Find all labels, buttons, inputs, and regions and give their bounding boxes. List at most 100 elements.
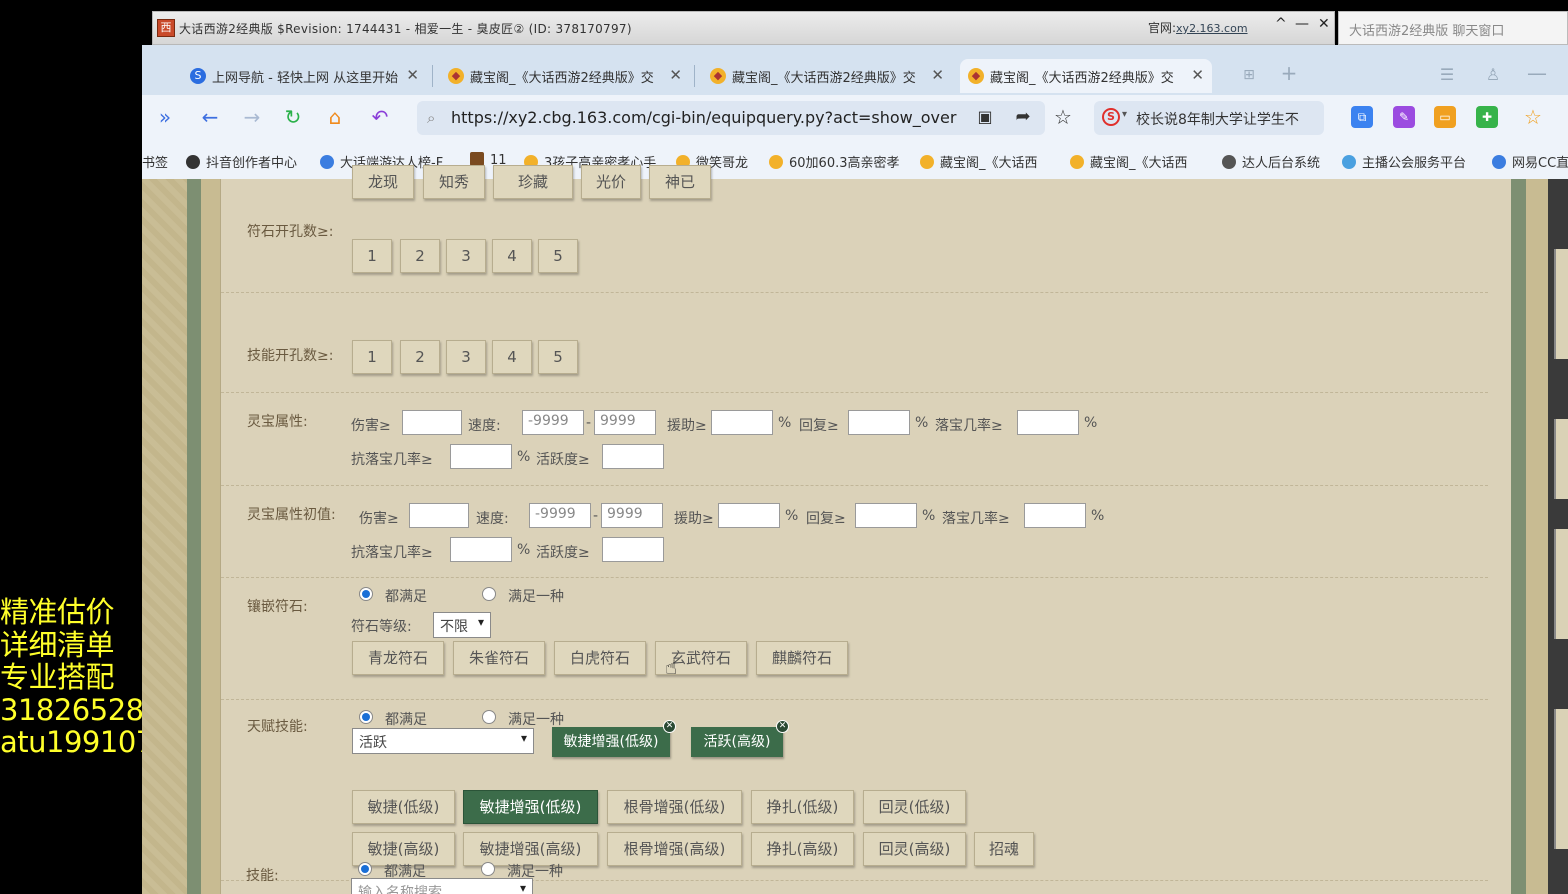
rune-holes-option[interactable]: 4 [492,239,532,273]
tab-cbg-2[interactable]: ◆ 藏宝阁_《大话西游2经典版》交 ✕ [702,59,952,93]
side-panel-tab[interactable] [1554,529,1568,639]
talent-option-button[interactable]: 敏捷(低级) [352,790,455,824]
bookmark-item[interactable]: 藏宝阁_《大话西 [920,152,1038,171]
remove-tag-icon[interactable]: ✕ [776,720,789,733]
assist-input[interactable] [711,410,773,435]
filter-button[interactable]: 神已 [649,165,711,199]
rune-holes-option[interactable]: 5 [538,239,578,273]
refresh-icon[interactable]: ↻ [280,105,306,129]
close-icon[interactable]: ✕ [1318,16,1330,32]
bookmark-item[interactable]: 60加60.3高亲密孝 [769,152,900,171]
rune-holes-option[interactable]: 1 [352,239,392,273]
init-speed-max-input[interactable]: 9999 [601,503,663,528]
rune-radio-any[interactable] [482,587,496,601]
bookmark-star-icon[interactable]: ☆ [1520,105,1546,129]
drop-rate-input[interactable] [1017,410,1079,435]
rune-holes-option[interactable]: 2 [400,239,440,273]
bookmark-item[interactable]: 书签 [142,152,168,171]
talent-radio-all[interactable] [359,710,373,724]
rune-button[interactable]: 青龙符石 [352,641,444,675]
filter-button[interactable]: 龙现 [352,165,414,199]
search-bar[interactable]: S ▾ 校长说8年制大学让学生不 [1094,101,1324,135]
official-url[interactable]: xy2.163.com [1176,22,1248,35]
tab-list-icon[interactable]: ⊞ [1236,63,1262,87]
speed-min-input[interactable]: -9999 [522,410,584,435]
share-icon[interactable]: ➦ [1010,105,1036,129]
bookmark-item[interactable]: 网易CC直 [1492,152,1568,171]
sidebar-toggle-icon[interactable]: » [152,105,178,129]
rune-button[interactable]: 麒麟符石 [756,641,848,675]
new-tab-icon[interactable]: + [1276,61,1302,85]
skill-holes-option[interactable]: 3 [446,340,486,374]
screenshot-icon[interactable]: ▣ [972,105,998,129]
bookmark-item[interactable]: 主播公会服务平台 [1342,152,1466,171]
skill-holes-option[interactable]: 4 [492,340,532,374]
official-site[interactable]: 官网:xy2.163.com [1148,19,1248,36]
anti-drop-input[interactable] [450,444,512,469]
init-activity-input[interactable] [602,537,664,562]
tab-close-icon[interactable]: ✕ [669,66,682,84]
filter-button[interactable]: 知秀 [423,165,485,199]
rune-button[interactable]: 朱雀符石 [453,641,545,675]
skills-radio-any[interactable] [481,862,495,876]
init-assist-input[interactable] [718,503,780,528]
side-panel-tab[interactable] [1554,709,1568,849]
bookmark-item[interactable]: 抖音创作者中心 [186,152,297,171]
skill-holes-option[interactable]: 2 [400,340,440,374]
init-drop-rate-input[interactable] [1024,503,1086,528]
bookmark-item[interactable]: 达人后台系统 [1222,152,1320,171]
tab-cbg-1[interactable]: ◆ 藏宝阁_《大话西游2经典版》交 ✕ [440,59,690,93]
recover-input[interactable] [848,410,910,435]
init-recover-input[interactable] [855,503,917,528]
init-speed-min-input[interactable]: -9999 [529,503,591,528]
side-panel-tab[interactable] [1554,249,1568,359]
tab-cbg-3-active[interactable]: ◆ 藏宝阁_《大话西游2经典版》交 ✕ [960,59,1212,93]
skills-search-select[interactable]: 输入名称搜索 ▾ [351,878,533,894]
undo-icon[interactable]: ↶ [367,105,393,129]
rune-button[interactable]: 白虎符石 [554,641,646,675]
back-icon[interactable]: ← [197,105,223,129]
remove-tag-icon[interactable]: ✕ [663,720,676,733]
rune-holes-option[interactable]: 3 [446,239,486,273]
minimize-icon[interactable]: — [1295,16,1309,32]
address-bar[interactable]: ⌕ https://xy2.cbg.163.com/cgi-bin/equipq… [417,101,1045,135]
talent-option-button-selected[interactable]: 敏捷增强(低级) [463,790,598,824]
speed-max-input[interactable]: 9999 [594,410,656,435]
init-damage-input[interactable] [409,503,469,528]
rune-radio-all[interactable] [359,587,373,601]
selected-talent-tag[interactable]: 敏捷增强(低级) ✕ [552,720,676,757]
bookmark-item[interactable]: 藏宝阁_《大话西 [1070,152,1188,171]
tab-close-icon[interactable]: ✕ [1191,66,1204,84]
menu-icon[interactable]: ☰ [1434,63,1460,87]
tab-close-icon[interactable]: ✕ [931,66,944,84]
restore-icon[interactable]: ^ [1275,16,1287,32]
selected-talent-tag[interactable]: 活跃(高级) ✕ [691,720,789,757]
chat-window-title[interactable]: 大话西游2经典版 聊天窗口 [1338,11,1568,45]
tab-navigation[interactable]: S 上网导航 - 轻快上网 从这里开始 ✕ [182,59,427,93]
filter-button[interactable]: 珍藏 [493,165,573,199]
talent-option-button[interactable]: 根骨增强(低级) [607,790,742,824]
talent-radio-any[interactable] [482,710,496,724]
skill-holes-option[interactable]: 1 [352,340,392,374]
talent-option-button[interactable]: 回灵(低级) [863,790,966,824]
extension-translate-icon[interactable]: ⧉ [1351,106,1373,128]
extension-puzzle-icon[interactable]: ✚ [1476,106,1498,128]
skills-radio-all[interactable] [358,862,372,876]
side-panel-tab[interactable] [1554,419,1568,499]
talent-option-button[interactable]: 挣扎(低级) [751,790,854,824]
rune-level-select[interactable]: 不限 ▾ [433,612,491,638]
talent-select[interactable]: 活跃 ▾ [352,728,534,754]
tab-close-icon[interactable]: ✕ [406,66,419,84]
skin-icon[interactable]: ♙ [1480,63,1506,87]
forward-icon[interactable]: → [239,105,265,129]
minimize-browser-icon[interactable]: — [1524,61,1550,85]
skill-holes-option[interactable]: 5 [538,340,578,374]
extension-edit-icon[interactable]: ✎ [1393,106,1415,128]
extension-folder-icon[interactable]: ▭ [1434,106,1456,128]
filter-button[interactable]: 光价 [581,165,641,199]
home-icon[interactable]: ⌂ [322,105,348,129]
activity-input[interactable] [602,444,664,469]
init-anti-drop-input[interactable] [450,537,512,562]
damage-input[interactable] [402,410,462,435]
favorite-star-icon[interactable]: ☆ [1050,105,1076,129]
